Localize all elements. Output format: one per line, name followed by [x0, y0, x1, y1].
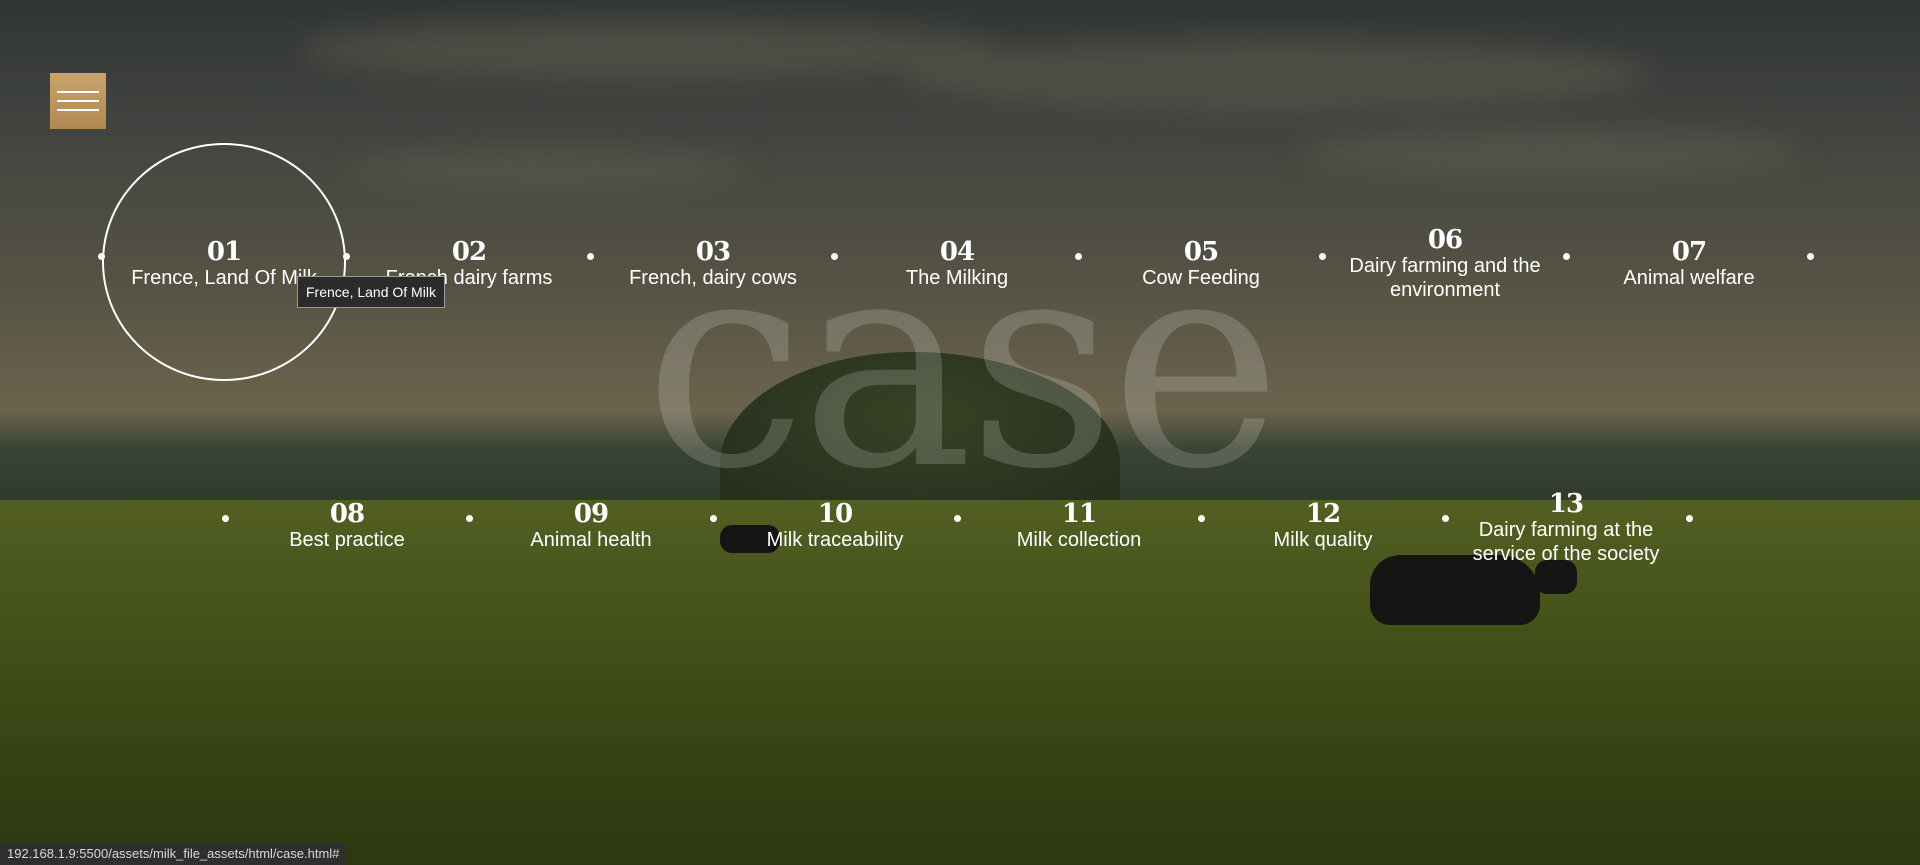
timeline-item-03[interactable]: 03 French, dairy cows — [593, 238, 833, 290]
menu-button[interactable] — [50, 73, 106, 129]
item-number: 06 — [1427, 225, 1463, 255]
item-label: French, dairy cows — [629, 267, 797, 289]
item-number: 02 — [451, 237, 487, 267]
tooltip: Frence, Land Of Milk — [297, 276, 445, 308]
item-label: Milk quality — [1273, 529, 1373, 551]
item-label: Animal health — [530, 529, 652, 551]
item-number: 08 — [329, 499, 365, 529]
item-number: 10 — [817, 499, 853, 529]
item-label: Best practice — [289, 529, 405, 551]
hamburger-icon-line — [57, 109, 99, 111]
item-number: 13 — [1548, 489, 1584, 519]
item-number: 04 — [939, 237, 975, 267]
status-bar-url: 192.168.1.9:5500/assets/milk_file_assets… — [0, 843, 347, 865]
timeline-item-04[interactable]: 04 The Milking — [837, 238, 1077, 290]
item-label: Milk traceability — [766, 529, 904, 551]
timeline-item-05[interactable]: 05 Cow Feeding — [1081, 238, 1321, 290]
timeline-item-13[interactable]: 13 Dairy farming at the service of the s… — [1446, 490, 1686, 566]
hamburger-icon — [57, 91, 99, 93]
item-number: 07 — [1671, 237, 1707, 267]
item-number: 03 — [695, 237, 731, 267]
timeline-item-11[interactable]: 11 Milk collection — [959, 500, 1199, 552]
timeline-item-09[interactable]: 09 Animal health — [471, 500, 711, 552]
timeline-item-10[interactable]: 10 Milk traceability — [715, 500, 955, 552]
item-label: Cow Feeding — [1142, 267, 1260, 289]
item-label: Dairy farming at the service of the soci… — [1472, 519, 1660, 565]
item-label: Animal welfare — [1623, 267, 1755, 289]
timeline-item-12[interactable]: 12 Milk quality — [1203, 500, 1443, 552]
item-label: Dairy farming and the environment — [1349, 255, 1541, 301]
item-number: 09 — [573, 499, 609, 529]
item-number: 01 — [206, 237, 242, 267]
hamburger-icon-line — [57, 100, 99, 102]
item-label: The Milking — [905, 267, 1009, 289]
timeline-item-08[interactable]: 08 Best practice — [227, 500, 467, 552]
item-number: 05 — [1183, 237, 1219, 267]
item-label: Milk collection — [1016, 529, 1142, 551]
item-number: 12 — [1305, 499, 1341, 529]
timeline-dot — [1686, 515, 1693, 522]
timeline-item-06[interactable]: 06 Dairy farming and the environment — [1325, 226, 1565, 302]
timeline-item-07[interactable]: 07 Animal welfare — [1569, 238, 1809, 290]
item-number: 11 — [1061, 499, 1097, 529]
